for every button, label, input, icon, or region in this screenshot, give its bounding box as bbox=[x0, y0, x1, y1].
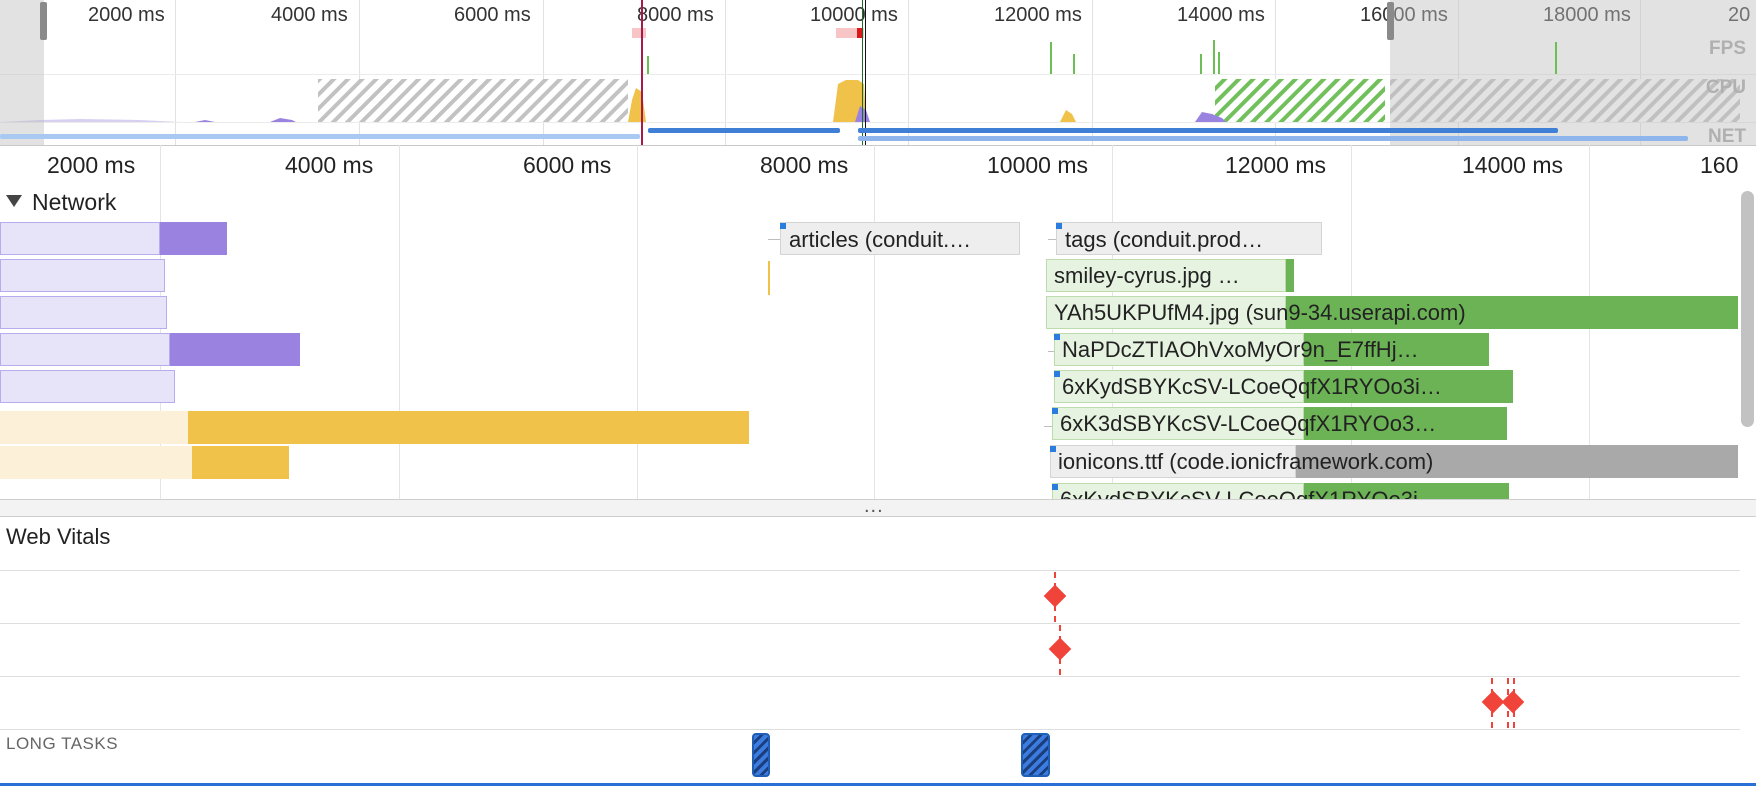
overview-unselected-right bbox=[1390, 0, 1756, 145]
navigation-marker-line bbox=[641, 0, 643, 145]
net-activity-line bbox=[858, 128, 1558, 133]
fcp-marker-icon[interactable] bbox=[1043, 584, 1067, 608]
network-request-bar[interactable] bbox=[0, 333, 170, 366]
network-request-bar[interactable] bbox=[0, 259, 165, 292]
fps-bar bbox=[1050, 42, 1052, 74]
ruler-tick: 4000 ms bbox=[285, 152, 374, 178]
request-priority-marker bbox=[1052, 484, 1058, 490]
vitals-row-divider bbox=[0, 729, 1740, 730]
request-priority-marker bbox=[1056, 223, 1062, 229]
web-vitals-track: Web Vitals LONG TASKS bbox=[0, 517, 1756, 786]
resize-grip-icon: ... bbox=[864, 495, 884, 517]
network-request-bar[interactable] bbox=[0, 411, 188, 444]
net-activity-line bbox=[858, 136, 1688, 141]
cpu-scripting-blob bbox=[1060, 110, 1076, 122]
network-request-yah5[interactable]: YAh5UKPUfM4.jpg (sun9-34.userapi.com) bbox=[1046, 296, 1738, 329]
long-task-bar[interactable] bbox=[752, 733, 770, 777]
fps-drop-marker bbox=[632, 28, 646, 38]
network-request-bar[interactable] bbox=[192, 446, 289, 479]
long-task-bar[interactable] bbox=[1021, 733, 1050, 777]
load-marker-line bbox=[865, 0, 866, 145]
request-priority-marker bbox=[1054, 371, 1060, 377]
request-priority-marker bbox=[780, 223, 786, 229]
dcl-marker-line bbox=[862, 0, 863, 145]
network-request-6xkyd[interactable]: 6xKydSBYKcSV-LCoeQqfX1RYOo3i… bbox=[1054, 370, 1513, 403]
ruler-tick: 8000 ms bbox=[760, 152, 849, 178]
request-priority-marker bbox=[1052, 408, 1058, 414]
network-track-title: Network bbox=[32, 189, 117, 215]
ruler-tick: 10000 ms bbox=[987, 152, 1089, 178]
network-track[interactable]: Network articles (conduit.… tags (condui… bbox=[0, 185, 1756, 499]
web-vitals-title: Web Vitals bbox=[6, 524, 111, 549]
fps-bar bbox=[1218, 52, 1220, 74]
request-whisker bbox=[768, 239, 780, 240]
network-request-bar[interactable] bbox=[170, 333, 300, 366]
overview-unselected-left bbox=[0, 0, 44, 145]
ruler-tick: 6000 ms bbox=[523, 152, 612, 178]
cls-marker-icon[interactable] bbox=[1501, 690, 1525, 714]
network-track-header[interactable]: Network bbox=[6, 189, 116, 216]
network-request-bar[interactable] bbox=[0, 222, 160, 255]
network-request-bar[interactable] bbox=[188, 411, 749, 444]
net-activity-line bbox=[0, 134, 640, 139]
request-whisker bbox=[1048, 239, 1056, 240]
performance-panel: 2000 ms 4000 ms 6000 ms 8000 ms 10000 ms… bbox=[0, 0, 1756, 786]
network-request-ionicons[interactable]: ionicons.ttf (code.ionicframework.com) bbox=[1050, 445, 1738, 478]
panel-resize-handle[interactable]: ... bbox=[0, 495, 1756, 517]
collapse-triangle-icon[interactable] bbox=[6, 195, 22, 207]
fps-bar bbox=[1555, 42, 1557, 74]
request-whisker bbox=[1044, 426, 1052, 427]
network-request-bar[interactable] bbox=[0, 446, 192, 479]
lcp-marker-icon[interactable] bbox=[1048, 637, 1072, 661]
ruler-tick: 2000 ms bbox=[47, 152, 136, 178]
cpu-rendering-blob bbox=[195, 120, 215, 122]
network-request-tags[interactable]: tags (conduit.prod… bbox=[1056, 222, 1322, 255]
selection-right-handle[interactable] bbox=[1387, 2, 1394, 40]
network-request-napd[interactable]: NaPDcZTIAOhVxoMyOr9n_E7ffHj… bbox=[1054, 333, 1489, 366]
cpu-green-hatch bbox=[1215, 79, 1385, 122]
fps-row-label: FPS bbox=[1709, 38, 1746, 59]
ruler-tick: 12000 ms bbox=[1225, 152, 1327, 178]
request-priority-marker bbox=[1054, 334, 1060, 340]
fps-bar bbox=[1213, 40, 1215, 74]
cpu-rendering-blob bbox=[270, 118, 296, 122]
net-row-label: NET bbox=[1708, 126, 1746, 145]
ruler-tick: 160 bbox=[1700, 152, 1739, 178]
net-activity-line bbox=[648, 128, 840, 133]
vitals-row-divider bbox=[0, 676, 1740, 677]
vitals-row-divider bbox=[0, 570, 1740, 571]
fps-bar bbox=[647, 56, 649, 74]
fps-bar bbox=[1200, 54, 1202, 74]
cpu-row-label: CPU bbox=[1705, 77, 1746, 98]
selection-left-handle[interactable] bbox=[40, 2, 47, 40]
network-request-smiley[interactable]: smiley-cyrus.jpg … bbox=[1046, 259, 1286, 292]
network-request-bar[interactable] bbox=[0, 370, 175, 403]
fps-bar bbox=[1073, 54, 1075, 74]
request-tick bbox=[768, 261, 770, 295]
network-request-6xkyd-2[interactable]: 6xKydSBYKcSV-LCoeQqfX1RYOo3i… bbox=[1052, 483, 1509, 499]
long-tasks-label: LONG TASKS bbox=[6, 734, 119, 753]
timeline-ruler: 2000 ms 4000 ms 6000 ms 8000 ms 10000 ms… bbox=[0, 145, 1756, 186]
network-request-articles[interactable]: articles (conduit.… bbox=[780, 222, 1020, 255]
network-request-bar bbox=[1286, 259, 1294, 292]
network-scrollbar[interactable] bbox=[1741, 191, 1754, 427]
vitals-row-divider bbox=[0, 623, 1740, 624]
network-request-bar[interactable] bbox=[0, 296, 167, 329]
request-priority-marker bbox=[1050, 446, 1056, 452]
timeline-overview[interactable]: 2000 ms 4000 ms 6000 ms 8000 ms 10000 ms… bbox=[0, 0, 1756, 145]
ruler-tick: 14000 ms bbox=[1462, 152, 1564, 178]
cpu-scripting-blob bbox=[628, 88, 646, 122]
network-request-6xk3d[interactable]: 6xK3dSBYKcSV-LCoeQqfX1RYOo3… bbox=[1052, 407, 1507, 440]
cpu-idle-hatch bbox=[318, 79, 628, 122]
network-request-bar[interactable] bbox=[160, 222, 227, 255]
